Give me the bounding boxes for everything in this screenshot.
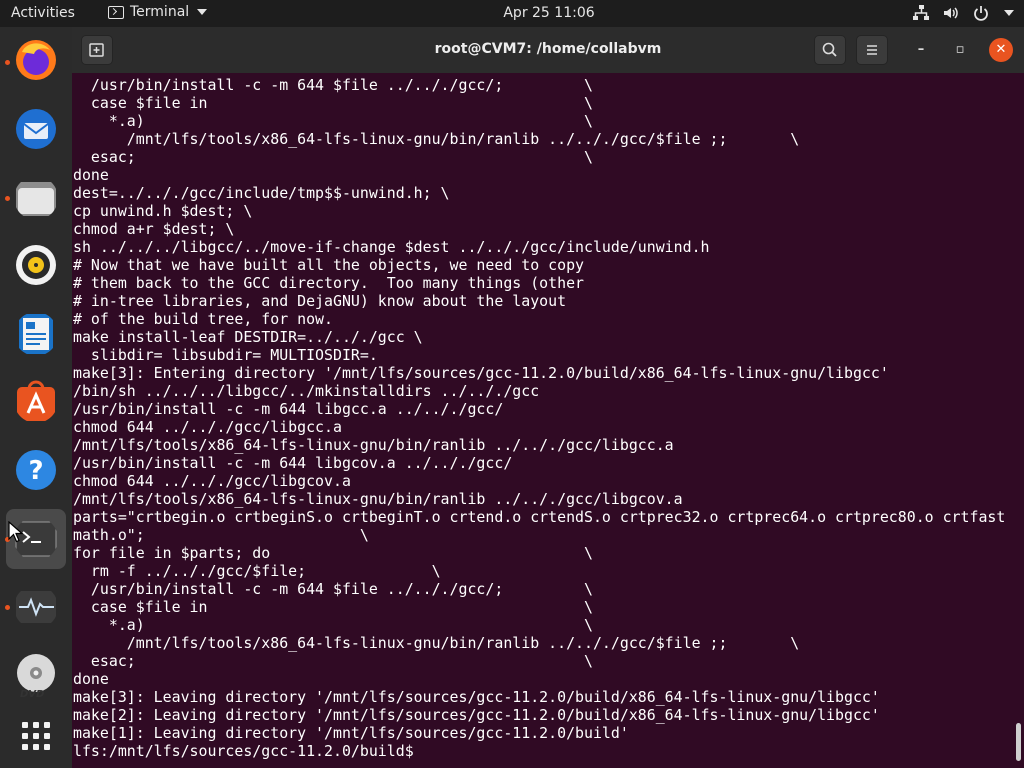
terminal-line: slibdir= libsubdir= MULTIOSDIR=. xyxy=(73,346,378,364)
dock-thunderbird[interactable] xyxy=(6,99,66,159)
terminal-line: /usr/bin/install -c -m 644 $file ../../.… xyxy=(73,76,593,94)
terminal-line: chmod 644 ../.././gcc/libgcc.a xyxy=(73,418,342,436)
terminal-line: /mnt/lfs/tools/x86_64-lfs-linux-gnu/bin/… xyxy=(73,634,800,652)
scrollbar[interactable] xyxy=(1016,723,1021,761)
terminal-line: math.o"; \ xyxy=(73,526,369,544)
terminal-line: /mnt/lfs/tools/x86_64-lfs-linux-gnu/bin/… xyxy=(73,490,683,508)
terminal-line: esac; \ xyxy=(73,148,593,166)
terminal-line: case $file in \ xyxy=(73,94,593,112)
terminal-line: parts="crtbegin.o crtbeginS.o crtbeginT.… xyxy=(73,508,1006,526)
dock-firefox[interactable] xyxy=(5,30,66,90)
terminal-line: rm -f ../.././gcc/$file; \ xyxy=(73,562,441,580)
terminal-line: make install-leaf DESTDIR=../.././gcc \ xyxy=(73,328,423,346)
maximize-button[interactable]: ▫ xyxy=(948,38,972,62)
close-button[interactable]: ✕ xyxy=(989,38,1013,62)
power-icon[interactable] xyxy=(972,4,990,22)
show-applications-button[interactable] xyxy=(6,706,66,766)
terminal-line: /bin/sh ../../../libgcc/../mkinstalldirs… xyxy=(73,382,540,400)
search-button[interactable] xyxy=(814,35,846,65)
terminal-line: chmod a+r $dest; \ xyxy=(73,220,235,238)
clock[interactable]: Apr 25 11:06 xyxy=(0,5,1024,21)
dock-help[interactable]: ? xyxy=(6,440,66,500)
terminal-line: cp unwind.h $dest; \ xyxy=(73,202,253,220)
hamburger-menu-icon xyxy=(867,45,877,55)
terminal-line: esac; \ xyxy=(73,652,593,670)
terminal-line: make[1]: Leaving directory '/mnt/lfs/sou… xyxy=(73,724,629,742)
terminal-line: # in-tree libraries, and DejaGNU) know a… xyxy=(73,292,567,310)
volume-icon[interactable] xyxy=(942,4,960,22)
terminal-line: done xyxy=(73,166,109,184)
system-tray[interactable] xyxy=(912,4,1014,22)
terminal-line: /mnt/lfs/tools/x86_64-lfs-linux-gnu/bin/… xyxy=(73,436,674,454)
terminal-line: # them back to the GCC directory. Too ma… xyxy=(73,274,585,292)
title-bar[interactable]: root@CVM7: /home/collabvm – ▫ ✕ xyxy=(72,27,1024,73)
search-icon xyxy=(822,42,837,57)
network-icon[interactable] xyxy=(912,4,930,22)
terminal-line: done xyxy=(73,670,109,688)
top-bar: Activities Terminal Apr 25 11:06 xyxy=(0,0,1024,27)
dock-files[interactable] xyxy=(5,168,66,228)
firefox-icon xyxy=(16,40,56,80)
terminal-line: case $file in \ xyxy=(73,598,593,616)
dock: ? DVD xyxy=(0,27,72,768)
rhythmbox-icon xyxy=(16,245,56,285)
dock-software[interactable] xyxy=(6,371,66,431)
terminal-line: lfs:/mnt/lfs/sources/gcc-11.2.0/build$ xyxy=(73,742,414,760)
terminal-line: sh ../../../libgcc/../move-if-change $de… xyxy=(73,238,710,256)
minimize-button[interactable]: – xyxy=(909,38,933,62)
folder-icon xyxy=(16,182,56,216)
terminal-output[interactable]: /usr/bin/install -c -m 644 $file ../../.… xyxy=(72,73,1012,768)
dvd-label: DVD xyxy=(20,689,45,700)
terminal-line: for file in $parts; do \ xyxy=(73,544,593,562)
running-indicator xyxy=(5,196,10,201)
running-indicator xyxy=(5,605,10,610)
dock-dvd[interactable]: DVD xyxy=(6,645,66,705)
dock-rhythmbox[interactable] xyxy=(6,235,66,295)
terminal-line: chmod 644 ../.././gcc/libgcov.a xyxy=(73,472,351,490)
chevron-down-icon[interactable] xyxy=(1004,10,1014,16)
mouse-pointer-icon xyxy=(8,521,24,543)
terminal-line: /mnt/lfs/tools/x86_64-lfs-linux-gnu/bin/… xyxy=(73,130,800,148)
help-icon: ? xyxy=(16,450,56,490)
running-indicator xyxy=(5,60,10,65)
dock-writer[interactable] xyxy=(6,304,66,364)
terminal-line: # of the build tree, for now. xyxy=(73,310,333,328)
thunderbird-icon xyxy=(16,109,56,149)
terminal-line: make[3]: Entering directory '/mnt/lfs/so… xyxy=(73,364,889,382)
terminal-line: make[3]: Leaving directory '/mnt/lfs/sou… xyxy=(73,688,880,706)
grid-icon xyxy=(22,722,50,750)
terminal-line: *.a) \ xyxy=(73,112,593,130)
terminal-line: dest=../.././gcc/include/tmp$$-unwind.h;… xyxy=(73,184,450,202)
terminal-line: /usr/bin/install -c -m 644 libgcov.a ../… xyxy=(73,454,513,472)
terminal-line: /usr/bin/install -c -m 644 $file ../../.… xyxy=(73,580,593,598)
terminal-line: # Now that we have built all the objects… xyxy=(73,256,585,274)
system-monitor-icon xyxy=(16,591,56,623)
svg-text:?: ? xyxy=(28,456,43,486)
terminal-line: make[2]: Leaving directory '/mnt/lfs/sou… xyxy=(73,706,880,724)
software-store-icon xyxy=(17,380,55,421)
menu-button[interactable] xyxy=(856,35,888,65)
dock-system-monitor[interactable] xyxy=(5,577,66,637)
terminal-window: root@CVM7: /home/collabvm – ▫ ✕ /usr/bin… xyxy=(72,27,1024,768)
terminal-line: /usr/bin/install -c -m 644 libgcc.a ../.… xyxy=(73,400,504,418)
document-icon xyxy=(19,314,53,354)
terminal-line: *.a) \ xyxy=(73,616,593,634)
